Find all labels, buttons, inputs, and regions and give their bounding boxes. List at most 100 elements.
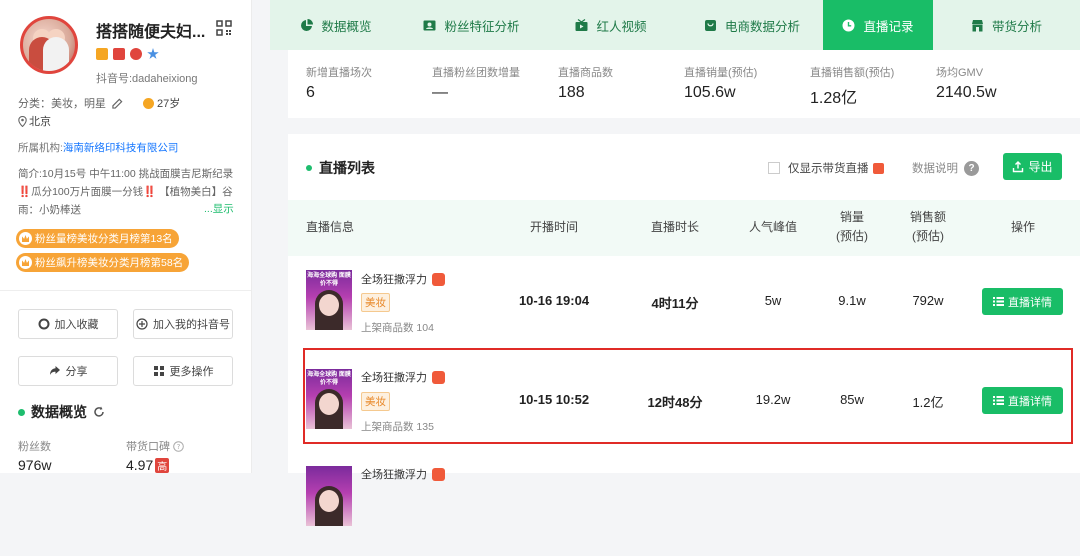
header-live-info: 直播信息 [306,220,355,234]
sidebar-divider [0,290,251,291]
only-goods-label: 仅显示带货直播 [788,163,869,175]
live-title[interactable]: 全场狂撒浮力 [361,466,445,482]
sales: 9.1w [838,293,866,308]
live-thumbnail[interactable]: 海海全球购 面膜价不得 [306,369,352,429]
rank-tag-fans[interactable]: 粉丝量榜美妆分类月榜第13名 [16,229,179,248]
only-goods-checkbox[interactable] [768,162,780,174]
clock-icon [842,19,855,31]
tab-sales-analysis[interactable]: 带货分析 [933,0,1080,50]
export-label: 导出 [1028,160,1053,174]
summary-live-sales: 直播销量(预估) 105.6w [684,64,757,102]
tab-label: 粉丝特征分析 [444,19,520,34]
svg-text:?: ? [177,443,181,451]
goods-count: 上架商品数 135 [361,421,434,433]
live-detail-label: 直播详情 [1008,395,1052,408]
table-row-highlighted[interactable]: 海海全球购 面膜价不得 全场狂撒浮力 美妆 上架商品数 135 10-15 10… [303,348,1073,444]
live-detail-button[interactable]: 直播详情 [982,387,1063,414]
header-sales-line1: 销量 [839,210,864,224]
tab-live-records[interactable]: 直播记录 [823,0,933,50]
shopping-bag-icon [872,162,884,174]
summary-value: — [432,84,448,101]
qr-code-icon[interactable] [216,20,232,36]
rank-tag-label: 粉丝量榜美妆分类月榜第13名 [35,233,173,245]
share-icon [49,366,60,375]
table-row[interactable]: 全场狂撒浮力 [288,460,1080,556]
live-title[interactable]: 全场狂撒浮力 [361,369,445,385]
video-icon [575,18,588,31]
tab-data-overview[interactable]: 数据概览 [270,0,402,50]
overview-section-title: 数据概览 [18,402,105,422]
show-more-link[interactable]: ...显示 [204,201,234,216]
fans-label: 粉丝数 [18,441,51,453]
more-actions-button[interactable]: 更多操作 [133,356,233,386]
summary-value: 1.28亿 [810,90,858,107]
section-dot [306,165,312,171]
summary-label: 新增直播场次 [306,67,372,79]
avatar[interactable] [20,16,78,74]
help-icon[interactable]: ? [964,160,979,176]
tab-label: 直播记录 [863,19,914,34]
data-description[interactable]: 数据说明 ? [912,160,979,176]
org-label: 所属机构: [18,142,63,154]
age-info: 27岁 [143,95,180,111]
live-title-text: 全场狂撒浮力 [361,469,427,481]
tab-label: 红人视频 [596,19,647,34]
live-detail-label: 直播详情 [1008,296,1052,309]
age-text: 27岁 [157,98,181,110]
list-icon [993,396,1004,405]
overview-title-text: 数据概览 [31,404,87,420]
live-thumbnail[interactable] [306,466,352,526]
add-favorite-button[interactable]: 加入收藏 [18,309,118,339]
tab-bar: 数据概览 粉丝特征分析 红人视频 电商数据分析 直播记录 带货分析 [270,0,1080,50]
summary-new-live-sessions: 新增直播场次 6 [306,64,372,102]
share-button[interactable]: 分享 [18,356,118,386]
shopping-bag-icon [432,467,445,481]
live-title[interactable]: 全场狂撒浮力 [361,271,445,287]
shopping-bag-icon [432,272,445,286]
start-time: 10-15 10:52 [518,392,590,407]
award-icon [130,48,142,60]
summary-label: 直播销售额(预估) [810,67,895,79]
summary-label: 直播商品数 [558,67,613,79]
tab-fans-analysis[interactable]: 粉丝特征分析 [402,0,541,50]
pie-chart-icon [301,18,314,31]
summary-label: 直播销量(预估) [684,67,758,79]
star-icon [147,48,159,59]
only-goods-live-filter[interactable]: 仅显示带货直播 [768,160,884,176]
reputation-badge: 高 [155,458,170,473]
shop-icon [96,48,108,60]
header-start-time: 开播时间 [529,220,578,234]
tab-ecommerce-analysis[interactable]: 电商数据分析 [681,0,823,50]
rank-tag-rising[interactable]: 粉丝飙升榜美妆分类月榜第58名 [16,253,190,272]
summary-label: 直播粉丝团数增量 [432,67,520,79]
table-row[interactable]: 海海全球购 面膜价不得 全场狂撒浮力 美妆 上架商品数 104 10-16 19… [288,256,1080,352]
peak-popularity: 5w [764,293,782,308]
edit-icon[interactable] [112,98,123,109]
favorite-circle-icon [38,318,49,330]
douyin-id: 抖音号:dadaheixiong [96,73,198,85]
help-icon[interactable]: ? [173,440,184,452]
live-list-title-text: 直播列表 [319,160,375,176]
sales: 85w [840,392,864,407]
category-text: 分类：美妆，明星 [18,98,106,110]
store-icon [971,19,983,31]
tab-label: 电商数据分析 [724,19,800,34]
live-detail-button[interactable]: 直播详情 [982,288,1063,315]
summary-live-products: 直播商品数 188 [558,64,613,102]
tab-influencer-videos[interactable]: 红人视频 [541,0,681,50]
summary-live-revenue: 直播销售额(预估) 1.28亿 [810,64,894,108]
live-list-title: 直播列表 [306,158,375,178]
live-thumbnail[interactable]: 海海全球购 面膜价不得 [306,270,352,330]
add-my-douyin-button[interactable]: 加入我的抖音号 [133,309,233,339]
reputation-label: 带货口碑 [126,441,170,453]
header-revenue-line2: (预估) [912,229,944,243]
refresh-icon[interactable] [93,406,105,418]
section-dot [18,408,25,416]
export-button[interactable]: 导出 [1003,153,1062,180]
reputation-value-row: 4.97 高 [126,457,170,473]
location-row: 北京 [18,113,51,129]
revenue: 792w [912,293,944,308]
fans-value: 976w [18,457,52,473]
header-actions: 操作 [1010,220,1035,234]
org-link[interactable]: 海南新络印科技有限公司 [63,142,179,154]
